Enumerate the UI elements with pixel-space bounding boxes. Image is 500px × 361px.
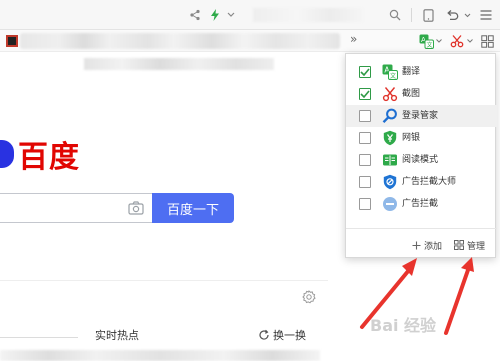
grid-icon (454, 240, 464, 250)
scissors-icon (382, 86, 398, 102)
key-search-icon (382, 108, 398, 124)
watermark: Bai 经验 (370, 316, 437, 335)
baidu-paw-icon (0, 140, 14, 168)
screenshot-dropdown-chevron-icon[interactable] (467, 38, 473, 44)
bookmarks-more-button[interactable]: » (350, 32, 357, 46)
feed-divider (0, 280, 328, 281)
translate-toolbar-icon[interactable]: A文 (418, 33, 434, 49)
panel-divider (346, 228, 497, 229)
hot-list-blurred (0, 350, 320, 361)
extension-item-screenshot[interactable]: 截图 (346, 83, 497, 105)
camera-icon[interactable] (128, 200, 144, 219)
extension-item-adblock-master[interactable]: 广告拦截大师 (346, 171, 497, 193)
svg-text:文: 文 (390, 72, 396, 80)
translate-icon: A文 (382, 64, 398, 80)
extension-label: 翻译 (402, 67, 421, 77)
minus-circle-icon (382, 196, 398, 212)
add-extension-label: 添加 (424, 241, 443, 252)
extension-item-reading-mode[interactable]: 阅读模式 (346, 149, 497, 171)
hot-divider (0, 337, 78, 338)
baidu-logo: 百度 (0, 136, 80, 175)
undo-icon[interactable] (444, 7, 460, 23)
refresh-label: 换一换 (273, 329, 306, 342)
refresh-icon (258, 329, 270, 341)
extension-checkbox[interactable] (359, 110, 371, 122)
add-extension-button[interactable]: 添加 (412, 237, 442, 253)
share-icon[interactable] (187, 7, 203, 23)
arrow-to-manage (444, 257, 474, 335)
extension-label: 阅读模式 (402, 155, 439, 165)
top-nav-blurred (84, 58, 274, 70)
translate-dropdown-chevron-icon[interactable] (436, 38, 442, 44)
bookmarks-bar: » A文 (0, 30, 500, 52)
browser-window: » A文 百度 百度一下 实时热点 换一换 A 文 翻译 截图 登录管家 网银 … (0, 0, 500, 361)
bookmarks-blurred (20, 33, 340, 49)
shield-block-icon (382, 174, 398, 190)
extension-item-login-manager[interactable]: 登录管家 (346, 105, 497, 127)
extension-checkbox[interactable] (359, 88, 371, 100)
extension-item-online-banking[interactable]: 网银 (346, 127, 497, 149)
extension-checkbox[interactable] (359, 66, 371, 78)
search-icon[interactable] (387, 7, 403, 23)
extensions-dropdown-panel: A文 翻译 截图 登录管家 网银 阅读模式 广告拦截大师 广告拦截 添加 管理 (345, 53, 497, 258)
logo-text: 百度 (18, 140, 80, 175)
extension-label: 广告拦截大师 (402, 177, 457, 187)
search-button[interactable]: 百度一下 (152, 193, 234, 223)
lightning-icon[interactable] (207, 7, 223, 23)
address-bar (0, 0, 500, 30)
manage-extensions-button[interactable]: 管理 (454, 237, 485, 253)
extension-checkbox[interactable] (359, 176, 371, 188)
extension-item-translate[interactable]: A文 翻译 (346, 61, 497, 83)
gear-icon[interactable] (302, 289, 316, 308)
manage-extensions-label: 管理 (467, 241, 486, 252)
extension-label: 广告拦截 (402, 199, 439, 209)
extension-checkbox[interactable] (359, 198, 371, 210)
address-blur (253, 8, 363, 22)
hot-list-title: 实时热点 (95, 329, 139, 342)
chevron-down-icon[interactable] (225, 7, 237, 23)
svg-text:文: 文 (426, 41, 432, 49)
plus-icon (412, 241, 421, 250)
screenshot-scissors-icon[interactable] (449, 33, 465, 49)
undo-dropdown-chevron-icon[interactable] (462, 7, 472, 23)
tablet-icon[interactable] (420, 7, 436, 23)
address-bar-icons (187, 0, 500, 30)
extension-label: 登录管家 (402, 111, 439, 121)
extension-checkbox[interactable] (359, 154, 371, 166)
toolbar-separator (411, 8, 412, 22)
shield-yen-icon (382, 130, 398, 146)
menu-icon[interactable] (478, 7, 494, 23)
bookmark-favicon-icon[interactable] (6, 35, 18, 47)
extension-checkbox[interactable] (359, 132, 371, 144)
book-icon (382, 152, 398, 168)
extension-label: 网银 (402, 133, 421, 143)
extension-label: 截图 (402, 89, 421, 99)
extension-item-adblock[interactable]: 广告拦截 (346, 193, 497, 215)
extensions-grid-icon[interactable] (479, 33, 495, 49)
refresh-button[interactable]: 换一换 (258, 327, 306, 343)
